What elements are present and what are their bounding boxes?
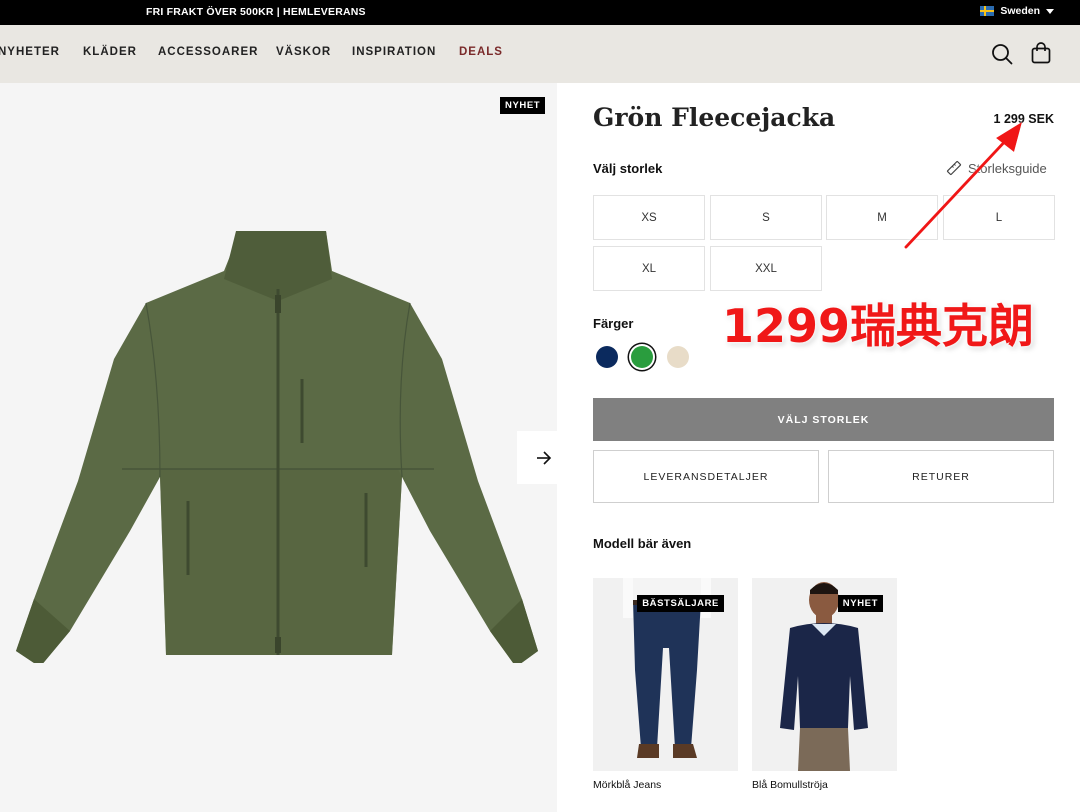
nav-item-nyheter[interactable]: NYHETER	[0, 46, 60, 58]
shipping-promo: FRI FRAKT ÖVER 500KR | HEMLEVERANS	[146, 6, 366, 18]
shopping-bag-icon[interactable]	[1031, 42, 1051, 64]
bestseller-badge: BÄSTSÄLJARE	[637, 595, 724, 612]
nav-item-vaskor[interactable]: VÄSKOR	[276, 46, 331, 58]
nav-item-deals[interactable]: DEALS	[459, 46, 503, 58]
recommendation-card-sweater[interactable]: NYHET Blå Bomullströja	[752, 578, 897, 798]
size-option-xs[interactable]: XS	[593, 195, 705, 240]
size-guide-label: Storleksguide	[968, 160, 1047, 176]
recommendation-name: Blå Bomullströja	[752, 779, 828, 791]
new-badge: NYHET	[837, 595, 883, 612]
announcement-bar: FRI FRAKT ÖVER 500KR | HEMLEVERANS Swede…	[0, 0, 1080, 25]
color-swatch-navy[interactable]	[596, 346, 618, 368]
color-swatch-green[interactable]	[631, 346, 653, 368]
size-option-l[interactable]: L	[943, 195, 1055, 240]
main-navigation: NYHETER KLÄDER ACCESSOARER VÄSKOR INSPIR…	[0, 25, 1080, 83]
delivery-details-button[interactable]: LEVERANSDETALJER	[593, 450, 819, 503]
product-title: Grön Fleecejacka	[593, 103, 836, 132]
region-label: Sweden	[1000, 5, 1040, 17]
ruler-icon	[946, 160, 962, 176]
size-option-xxl[interactable]: XXL	[710, 246, 822, 291]
returns-button[interactable]: RETURER	[828, 450, 1054, 503]
recommendation-name: Mörkblå Jeans	[593, 779, 662, 791]
nav-item-accessoarer[interactable]: ACCESSOARER	[158, 46, 258, 58]
nav-item-inspiration[interactable]: INSPIRATION	[352, 46, 436, 58]
chevron-down-icon	[1046, 8, 1054, 14]
model-wears-heading: Modell bär även	[593, 536, 692, 551]
colors-heading: Färger	[593, 316, 634, 331]
color-swatch-beige[interactable]	[667, 346, 689, 368]
size-option-m[interactable]: M	[826, 195, 938, 240]
product-price: 1 299 SEK	[993, 112, 1054, 126]
size-heading: Välj storlek	[593, 161, 663, 176]
recommendation-card-jeans[interactable]: BÄSTSÄLJARE Mörkblå Jeans	[593, 578, 738, 798]
choose-size-button[interactable]: VÄLJ STORLEK	[593, 398, 1054, 441]
size-option-xl[interactable]: XL	[593, 246, 705, 291]
new-badge: NYHET	[500, 97, 546, 114]
product-image-jacket	[16, 231, 538, 663]
sweden-flag-icon	[980, 6, 995, 16]
search-icon[interactable]	[991, 43, 1013, 65]
region-selector[interactable]: Sweden	[980, 5, 1054, 17]
next-image-button[interactable]	[517, 431, 570, 484]
size-option-s[interactable]: S	[710, 195, 822, 240]
arrow-right-icon	[536, 450, 551, 465]
size-guide-link[interactable]: Storleksguide	[946, 160, 1047, 176]
nav-item-klader[interactable]: KLÄDER	[83, 46, 137, 58]
product-image-gallery: NYHET	[0, 83, 570, 812]
annotation-price-text: 1299瑞典克朗	[722, 299, 1035, 353]
